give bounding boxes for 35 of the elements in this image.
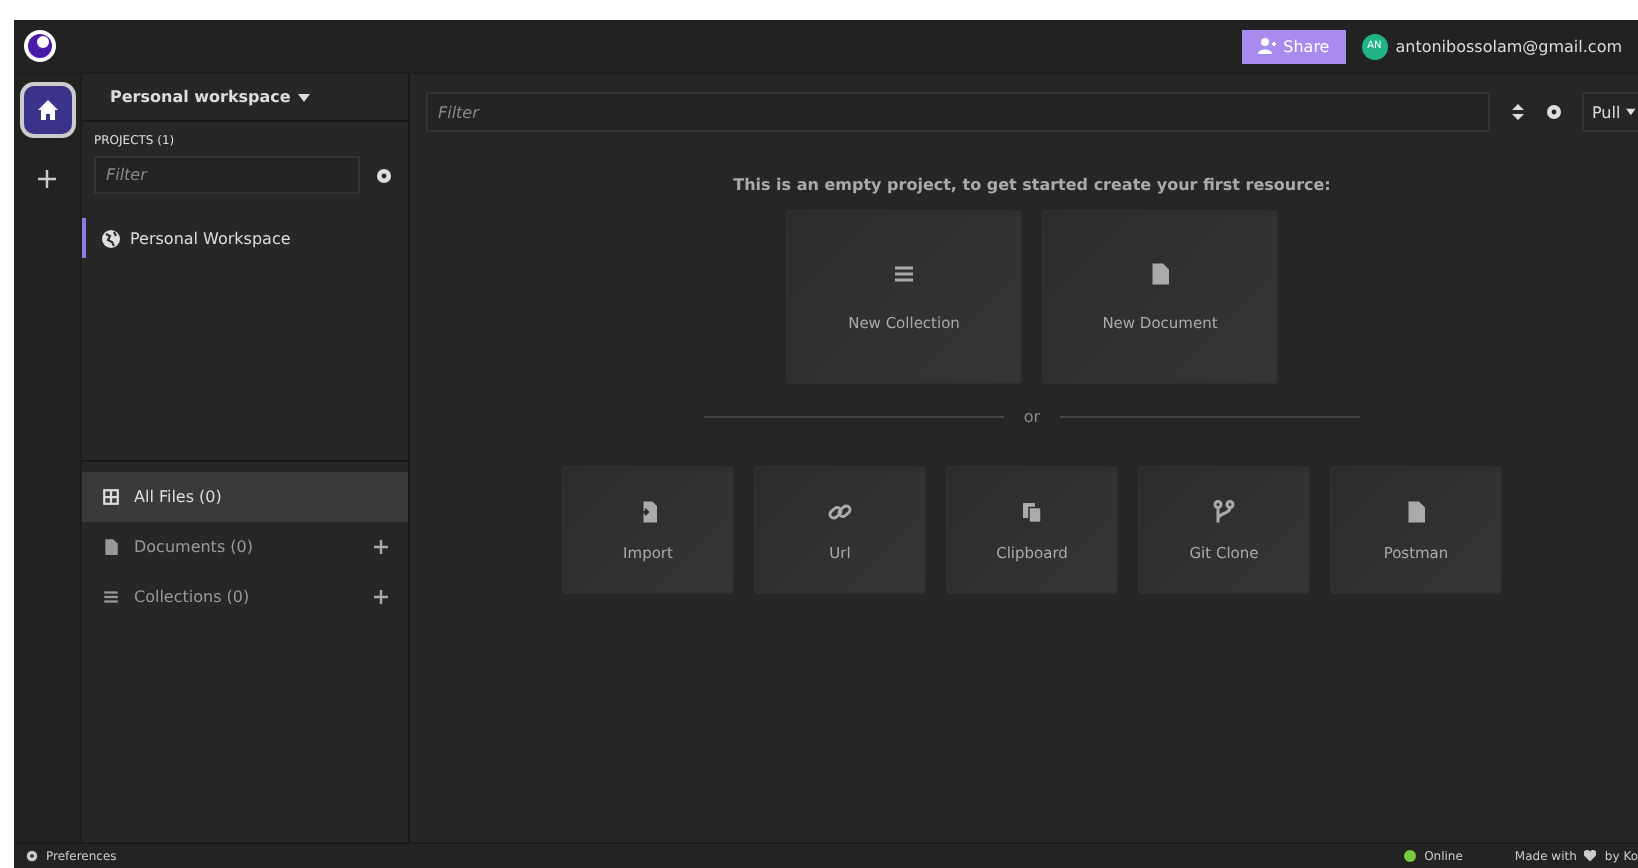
- home-button[interactable]: [23, 86, 71, 134]
- document-icon: [1148, 262, 1172, 286]
- globe-icon: [102, 229, 120, 247]
- heart-icon: [1584, 850, 1597, 862]
- clipboard-icon: [1020, 499, 1044, 523]
- empty-project-message: This is an empty project, to get started create your first resource:: [733, 176, 1331, 194]
- app-logo: [22, 28, 58, 64]
- settings-icon[interactable]: [1546, 104, 1562, 120]
- sidebar-item[interactable]: All Files (0): [82, 472, 408, 522]
- pull-button[interactable]: Pull: [1582, 92, 1638, 132]
- home-icon: [37, 100, 57, 120]
- document-icon: [102, 538, 120, 556]
- filter-field[interactable]: Filter: [426, 92, 1490, 132]
- add-icon[interactable]: [374, 590, 388, 604]
- settings-icon[interactable]: [26, 850, 38, 862]
- list-icon: [892, 262, 916, 286]
- add-user-icon: [1257, 38, 1276, 54]
- grid-icon: [102, 488, 120, 506]
- caret-icon: [1626, 108, 1636, 116]
- project-filter-field[interactable]: Filter: [94, 156, 360, 194]
- add-icon[interactable]: [374, 540, 388, 554]
- settings-icon[interactable]: [376, 167, 392, 183]
- branch-icon: [1212, 499, 1236, 523]
- list-icon: [102, 588, 120, 606]
- caret-icon: [298, 93, 311, 101]
- project-item[interactable]: Personal Workspace: [82, 218, 408, 258]
- document-icon: [1404, 499, 1428, 523]
- account-email[interactable]: antonibossolam@gmail.com: [1395, 37, 1622, 55]
- or-separator: or: [1023, 408, 1041, 426]
- sidebar-item[interactable]: Collections (0): [82, 572, 408, 622]
- plus-icon: [38, 169, 56, 187]
- sort-icon[interactable]: [1510, 102, 1526, 122]
- sidebar-item[interactable]: Documents (0): [82, 522, 408, 572]
- workspace-dropdown[interactable]: Personal workspace: [82, 74, 408, 122]
- link-icon: [828, 499, 852, 523]
